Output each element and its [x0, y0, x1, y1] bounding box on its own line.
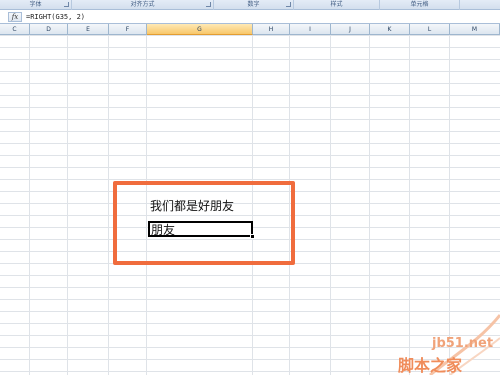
ribbon-group-styles[interactable]: 样式: [294, 0, 380, 10]
insert-function-button[interactable]: fx: [8, 12, 22, 22]
ribbon-group-font[interactable]: 字体: [0, 0, 72, 10]
column-header-e[interactable]: E: [68, 24, 109, 35]
watermark-site: jb51.net: [432, 336, 494, 351]
dialog-launcher-icon[interactable]: [286, 2, 291, 7]
ribbon-group-label: 单元格: [410, 1, 429, 8]
column-header-h[interactable]: H: [253, 24, 290, 35]
column-header-f[interactable]: F: [109, 24, 147, 35]
column-header-k[interactable]: K: [370, 24, 410, 35]
column-header-g[interactable]: G: [147, 24, 253, 35]
column-header-d[interactable]: D: [30, 24, 68, 35]
grid-column-line: [29, 35, 30, 375]
ribbon-group-alignment[interactable]: 对齐方式: [72, 0, 214, 10]
dialog-launcher-icon[interactable]: [206, 2, 211, 7]
ribbon-group-strip: 字体 对齐方式 数字 样式 单元格: [0, 0, 500, 10]
highlight-annotation-box: [113, 181, 295, 265]
column-header-j[interactable]: J: [331, 24, 370, 35]
ribbon-group-cells[interactable]: 单元格: [380, 0, 460, 10]
dialog-launcher-icon[interactable]: [64, 2, 69, 7]
column-header-l[interactable]: L: [410, 24, 450, 35]
ribbon-group-label: 样式: [330, 1, 343, 8]
ribbon-group-label: 字体: [29, 1, 42, 8]
watermark-name: 脚本之家: [398, 356, 463, 375]
formula-input[interactable]: =RIGHT(G35, 2): [26, 11, 85, 24]
grid-column-line: [108, 35, 109, 375]
ribbon-group-label: 对齐方式: [130, 1, 155, 8]
ribbon-group-number[interactable]: 数字: [214, 0, 294, 10]
column-header-m[interactable]: M: [450, 24, 500, 35]
column-header-c[interactable]: C: [0, 24, 30, 35]
formula-bar: fx =RIGHT(G35, 2): [0, 11, 500, 24]
column-header-i[interactable]: I: [290, 24, 331, 35]
grid-column-line: [67, 35, 68, 375]
ribbon-group-label: 数字: [247, 1, 260, 8]
grid-column-line: [330, 35, 331, 375]
grid-column-line: [369, 35, 370, 375]
